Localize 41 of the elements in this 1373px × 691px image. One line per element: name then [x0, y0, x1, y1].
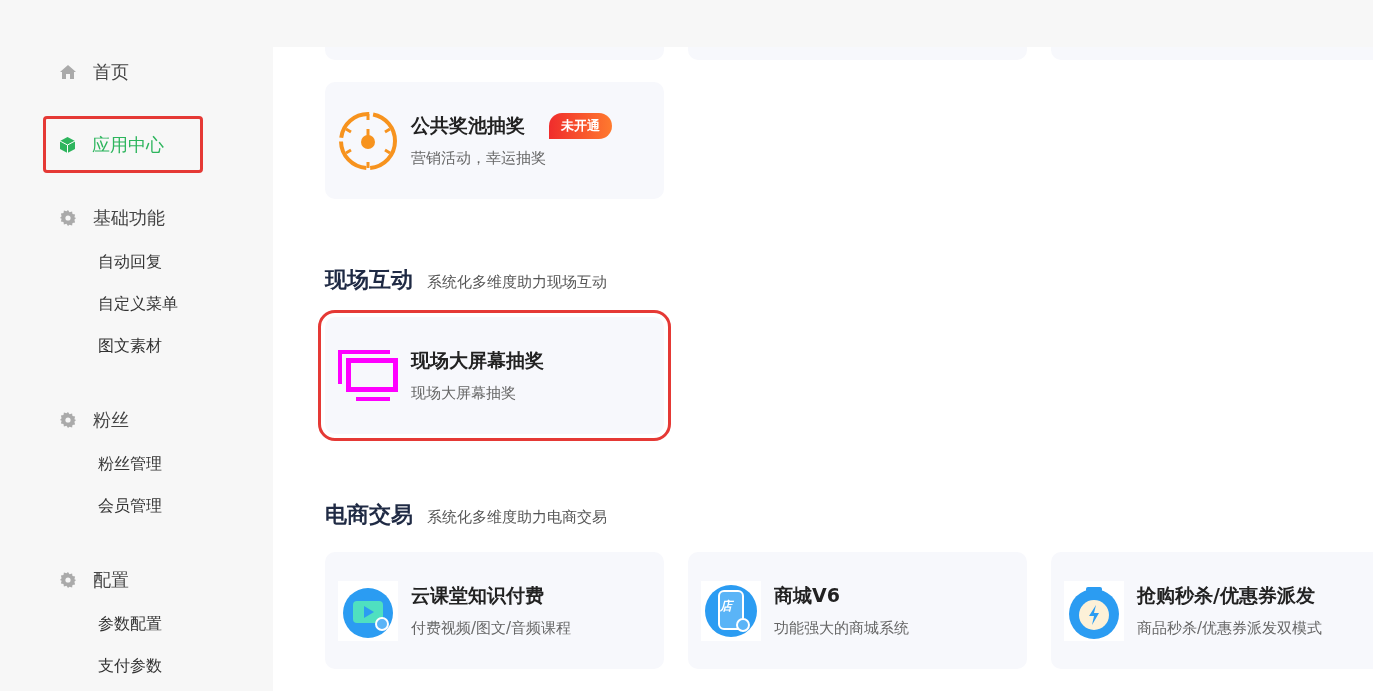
screens-icon	[338, 349, 398, 402]
section-subtitle: 系统化多维度助力现场互动	[427, 273, 607, 292]
stopwatch-icon	[1064, 580, 1124, 641]
sidebar-subitem[interactable]: 参数配置	[98, 603, 162, 645]
app-card[interactable]: 抢购秒杀/优惠券派发 商品秒杀/优惠券派发双模式	[1051, 552, 1373, 669]
sidebar-subitem[interactable]: 粉丝管理	[98, 443, 162, 485]
cube-icon	[60, 136, 75, 153]
section-subtitle: 系统化多维度助力电商交易	[427, 508, 607, 527]
card-description: 现场大屏幕抽奖	[411, 384, 517, 403]
card-title: 抢购秒杀/优惠券派发	[1137, 583, 1315, 608]
section-title: 现场互动	[325, 266, 413, 294]
card-description: 功能强大的商城系统	[774, 619, 909, 638]
sidebar-item[interactable]: 首页	[43, 51, 203, 93]
card-description: 营销活动，幸运抽奖	[411, 149, 547, 168]
sidebar-subitem[interactable]: 自动回复	[98, 241, 162, 283]
app-card[interactable]: 公共奖池抽奖 未开通 营销活动，幸运抽奖	[325, 82, 664, 199]
gear-icon	[60, 210, 76, 226]
status-badge: 未开通	[549, 113, 612, 139]
app-card[interactable]: 店 商城V6 功能强大的商城系统	[688, 552, 1027, 669]
section-title: 电商交易	[325, 501, 413, 529]
gear-icon	[60, 412, 76, 428]
sidebar-item[interactable]: 配置	[43, 559, 203, 601]
home-icon	[60, 65, 76, 79]
card-title: 云课堂知识付费	[411, 583, 544, 608]
sidebar-subitem[interactable]: 支付参数	[98, 645, 162, 687]
tv-icon	[338, 580, 398, 641]
app-card[interactable]: 云课堂知识付费 付费视频/图文/音频课程	[325, 552, 664, 669]
gear-icon	[60, 572, 76, 588]
card-title: 商城V6	[774, 583, 840, 608]
card-description: 付费视频/图文/音频课程	[411, 619, 572, 638]
dial-icon	[338, 110, 398, 171]
phone-icon	[701, 580, 761, 641]
icon-label: 店	[720, 597, 732, 615]
card-description: 商品秒杀/优惠券派发双模式	[1137, 619, 1323, 638]
sidebar-item[interactable]: 基础功能	[43, 197, 203, 239]
card-title: 公共奖池抽奖	[411, 113, 525, 138]
card-title: 现场大屏幕抽奖	[411, 348, 544, 373]
sidebar-item[interactable]: 粉丝	[43, 399, 203, 441]
sidebar-subitem[interactable]: 自定义菜单	[98, 283, 178, 325]
sidebar-subitem[interactable]: 图文素材	[98, 325, 162, 367]
sidebar-subitem[interactable]: 会员管理	[98, 485, 162, 527]
